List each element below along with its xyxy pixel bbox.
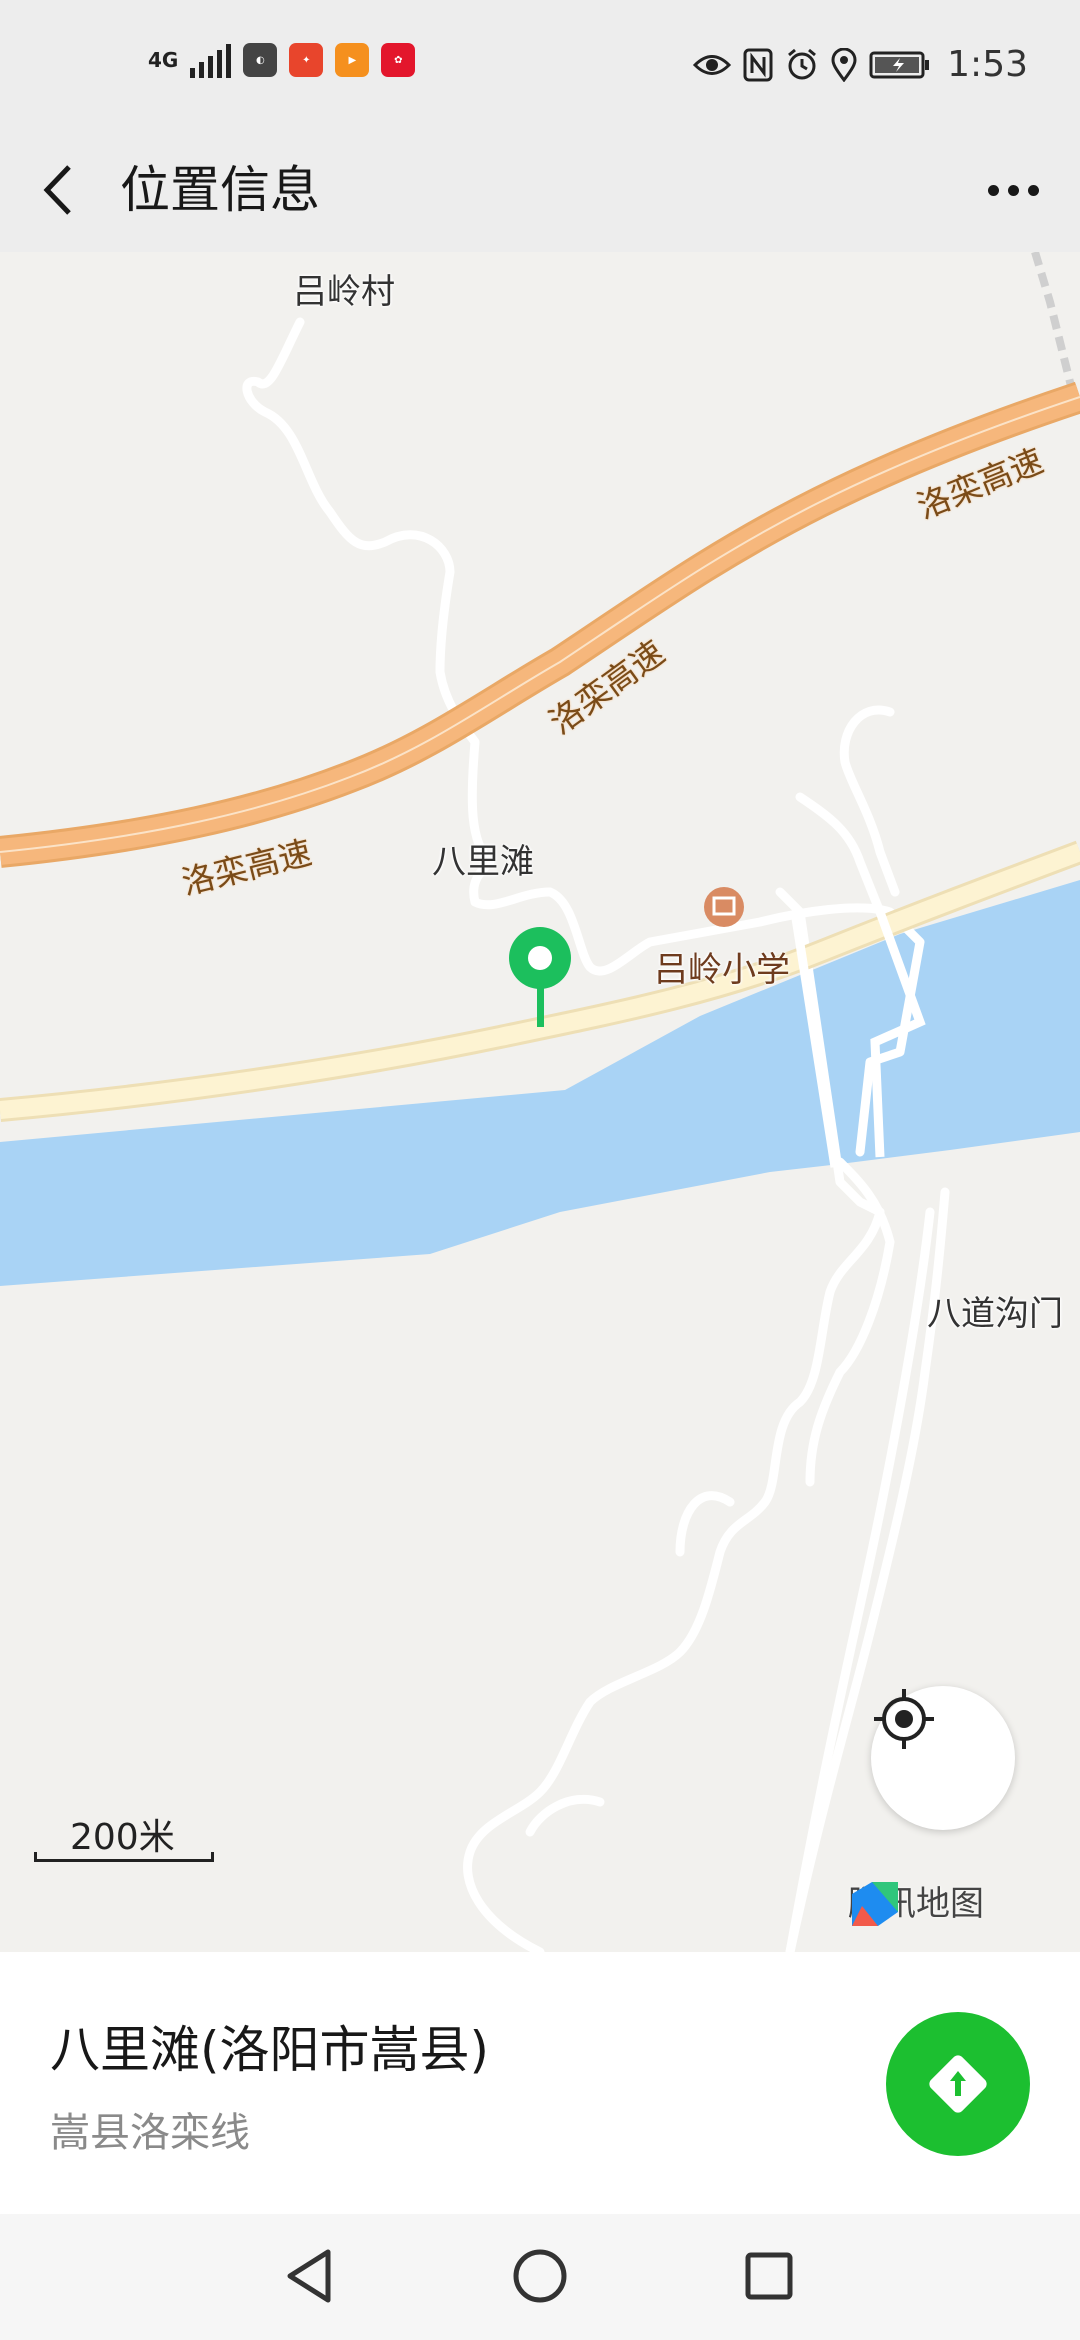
scale-line (34, 1852, 214, 1862)
page-title: 位置信息 (120, 161, 320, 219)
clock: 1:53 (947, 44, 1028, 85)
map-label-school: 吕岭小学 (654, 950, 790, 990)
system-nav-bar (0, 2214, 1080, 2340)
recent-square-icon (745, 2252, 793, 2300)
nav-back-button[interactable] (264, 2236, 354, 2316)
map-provider-logo: 腾讯地图 (848, 1876, 984, 1926)
tencent-map-icon (852, 1882, 898, 1926)
status-left: 4G ◐ ✦ ▶ ✿ (148, 42, 416, 78)
back-button[interactable] (30, 152, 86, 228)
network-type: 4G (148, 48, 179, 72)
battery-charging-icon (869, 51, 930, 78)
map-view[interactable]: 吕岭村 洛栾高速 洛栾高速 洛栾高速 八里滩 吕岭小学 八道沟门 200米 腾讯… (0, 252, 1080, 1952)
map-label-village: 吕岭村 (293, 272, 395, 312)
my-location-button[interactable] (871, 1686, 1015, 1830)
place-info-card: 八里滩(洛阳市嵩县) 嵩县洛栾线 (0, 1952, 1080, 2214)
nav-home-button[interactable] (495, 2236, 585, 2316)
location-icon (831, 47, 857, 82)
map-label-badaogoumen: 八道沟门 (927, 1294, 1063, 1334)
crosshair-icon (874, 1689, 934, 1749)
status-right: 1:53 (693, 44, 1028, 85)
gift-app-icon: ✿ (381, 43, 416, 77)
home-circle-icon (513, 2249, 567, 2303)
eye-icon (693, 54, 732, 75)
tejia-app-icon: ✦ (289, 43, 324, 77)
title-bar: 位置信息 (0, 130, 1080, 252)
navigation-icon (929, 2055, 987, 2113)
map-scale: 200米 (34, 1808, 214, 1864)
navigate-button[interactable] (886, 2012, 1030, 2156)
back-triangle-icon (287, 2249, 331, 2303)
video-app-icon: ▶ (335, 43, 370, 77)
school-poi-icon (704, 887, 744, 927)
nav-recent-button[interactable] (724, 2236, 814, 2316)
status-bar: 4G ◐ ✦ ▶ ✿ 1:53 (0, 0, 1080, 130)
more-dots-icon (987, 184, 999, 196)
huawei-app-icon: ◐ (243, 43, 278, 77)
chevron-left-icon (43, 165, 71, 215)
alarm-icon (788, 48, 817, 79)
highway-fill (0, 384, 1080, 865)
signal-icon (190, 42, 232, 78)
nfc-icon (743, 48, 773, 81)
map-label-balitan: 八里滩 (432, 842, 534, 882)
more-button[interactable] (968, 152, 1058, 228)
place-name: 八里滩(洛阳市嵩县) (50, 2021, 490, 2079)
place-address: 嵩县洛栾线 (50, 2110, 250, 2156)
